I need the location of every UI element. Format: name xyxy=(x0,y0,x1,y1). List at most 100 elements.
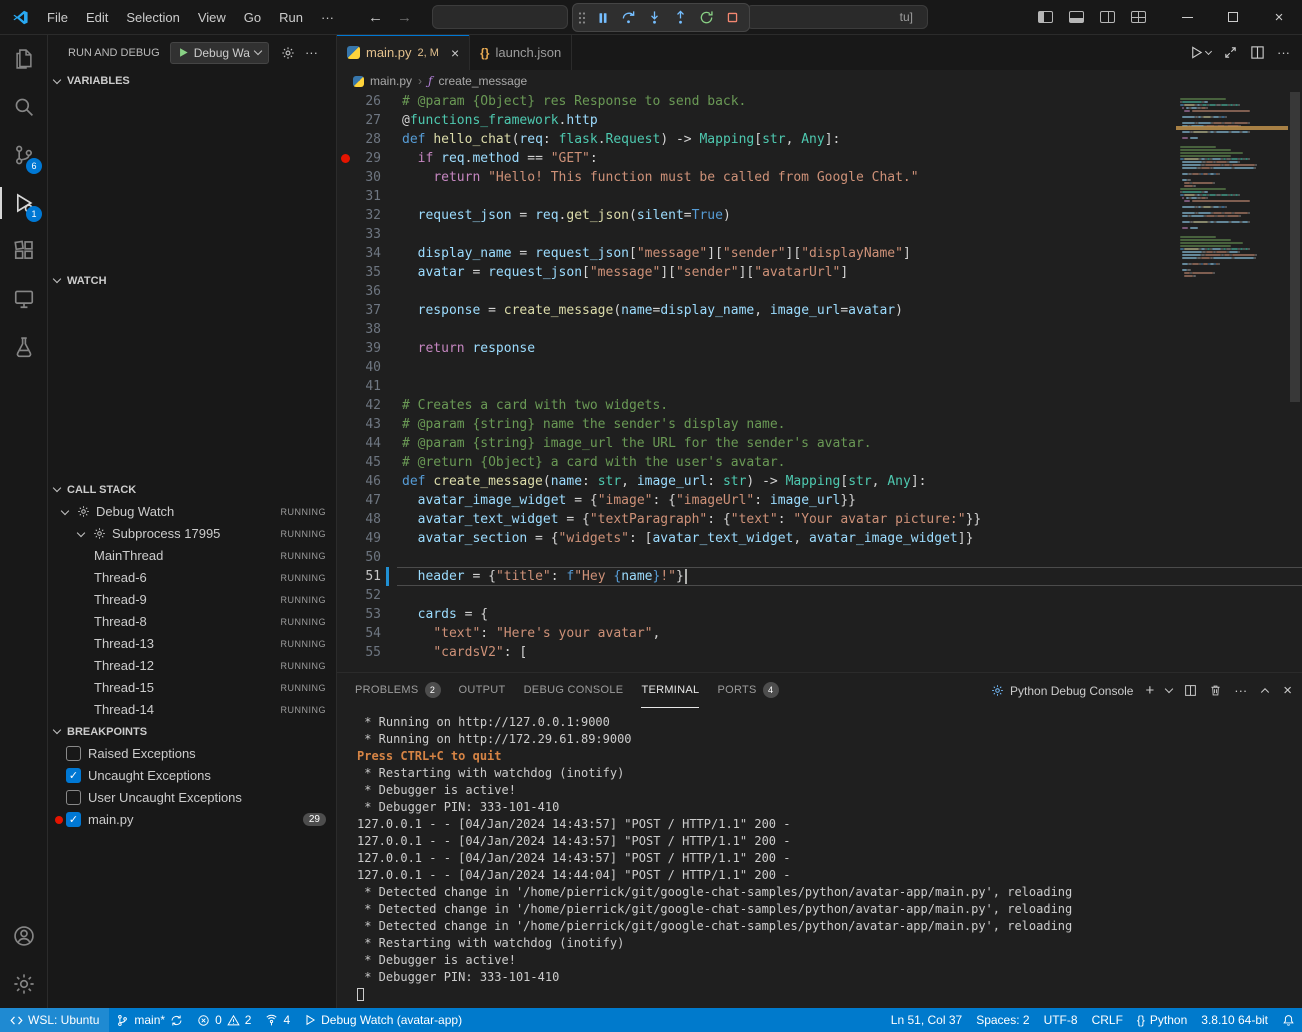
remote-explorer-icon[interactable] xyxy=(0,275,47,323)
kill-terminal-icon[interactable] xyxy=(1209,684,1222,697)
settings-gear-icon[interactable] xyxy=(0,960,47,1008)
account-icon[interactable] xyxy=(0,912,47,960)
testing-icon[interactable] xyxy=(0,323,47,371)
search-icon[interactable] xyxy=(0,83,47,131)
call-stack-item[interactable]: MainThreadRUNNING xyxy=(48,545,336,567)
code-line[interactable]: 26# @param {Object} res Response to send… xyxy=(337,92,1302,111)
panel-tab-problems[interactable]: PROBLEMS2 xyxy=(355,673,441,708)
menu-go[interactable]: Go xyxy=(236,7,269,28)
gutter[interactable]: 27 xyxy=(337,111,392,130)
maximize-button[interactable] xyxy=(1210,0,1256,34)
breadcrumb-file[interactable]: main.py xyxy=(370,74,412,88)
code-line[interactable]: 32 request_json = req.get_json(silent=Tr… xyxy=(337,206,1302,225)
code-line[interactable]: 40 xyxy=(337,358,1302,377)
variables-body[interactable] xyxy=(48,92,336,270)
code-line[interactable]: 35 avatar = request_json["message"]["sen… xyxy=(337,263,1302,282)
panel-tab-terminal[interactable]: TERMINAL xyxy=(641,673,699,708)
gutter[interactable]: 48 xyxy=(337,510,392,529)
menu-view[interactable]: View xyxy=(190,7,234,28)
code-line[interactable]: 52 xyxy=(337,586,1302,605)
editor-more-actions-icon[interactable]: ··· xyxy=(1277,45,1290,60)
panel-tab-output[interactable]: OUTPUT xyxy=(459,673,506,708)
indentation[interactable]: Spaces: 2 xyxy=(969,1008,1036,1032)
debug-session-status[interactable]: Debug Watch (avatar-app) xyxy=(297,1008,469,1032)
gutter[interactable]: 36 xyxy=(337,282,392,301)
panel-tab-ports[interactable]: PORTS4 xyxy=(717,673,778,708)
code-line[interactable]: 28def hello_chat(req: flask.Request) -> … xyxy=(337,130,1302,149)
menu-edit[interactable]: Edit xyxy=(78,7,116,28)
code-line[interactable]: 46def create_message(name: str, image_ur… xyxy=(337,472,1302,491)
code-line[interactable]: 43# @param {string} name the sender's di… xyxy=(337,415,1302,434)
breakpoint-item[interactable]: ✓Uncaught Exceptions xyxy=(48,765,336,787)
code-line[interactable]: 31 xyxy=(337,187,1302,206)
chevron-down-icon[interactable] xyxy=(77,528,85,536)
watch-body[interactable] xyxy=(48,292,336,479)
gutter[interactable]: 40 xyxy=(337,358,392,377)
code-line[interactable]: 44# @param {string} image_url the URL fo… xyxy=(337,434,1302,453)
terminal-output[interactable]: * Running on http://127.0.0.1:9000 * Run… xyxy=(337,708,1302,1008)
code-editor[interactable]: 26# @param {Object} res Response to send… xyxy=(337,92,1302,672)
code-line[interactable]: 51 header = {"title": f"Hey {name}!"} xyxy=(337,567,1302,586)
gutter[interactable]: 34 xyxy=(337,244,392,263)
gutter[interactable]: 51 xyxy=(337,567,392,586)
command-center[interactable]: tu] xyxy=(746,5,928,29)
variables-section-header[interactable]: VARIABLES xyxy=(48,70,336,92)
minimize-button[interactable] xyxy=(1164,0,1210,34)
python-interpreter[interactable]: 3.8.10 64-bit xyxy=(1194,1008,1275,1032)
breakpoint-item[interactable]: ✓main.py29 xyxy=(48,809,336,831)
call-stack-item[interactable]: Debug WatchRUNNING xyxy=(48,501,336,523)
back-icon[interactable]: ← xyxy=(368,9,383,26)
gutter[interactable]: 28 xyxy=(337,130,392,149)
pause-icon[interactable] xyxy=(591,6,614,29)
gutter[interactable]: 33 xyxy=(337,225,392,244)
code-line[interactable]: 36 xyxy=(337,282,1302,301)
split-editor-icon[interactable] xyxy=(1250,45,1265,60)
run-python-button[interactable] xyxy=(1189,45,1211,60)
toggle-sidebar-icon[interactable] xyxy=(1038,11,1053,23)
code-line[interactable]: 53 cards = { xyxy=(337,605,1302,624)
close-tab-icon[interactable]: × xyxy=(451,45,459,61)
code-line[interactable]: 50 xyxy=(337,548,1302,567)
call-stack-section-header[interactable]: CALL STACK xyxy=(48,479,336,501)
gutter[interactable]: 31 xyxy=(337,187,392,206)
chevron-down-icon[interactable] xyxy=(61,506,69,514)
gutter[interactable]: 52 xyxy=(337,586,392,605)
source-control-icon[interactable]: 6 xyxy=(0,131,47,179)
checkbox[interactable] xyxy=(66,746,81,761)
toggle-panel-icon[interactable] xyxy=(1069,11,1084,23)
toggle-secondary-sidebar-icon[interactable] xyxy=(1100,11,1115,23)
panel-more-actions-icon[interactable]: ··· xyxy=(1234,683,1247,698)
checkbox[interactable]: ✓ xyxy=(66,768,81,783)
menu-overflow-icon[interactable]: ··· xyxy=(313,7,342,28)
terminal-dropdown-icon[interactable] xyxy=(1165,685,1173,693)
breakpoint-dot[interactable] xyxy=(337,154,353,163)
gutter[interactable]: 50 xyxy=(337,548,392,567)
breakpoint-item[interactable]: Raised Exceptions xyxy=(48,743,336,765)
gutter[interactable]: 42 xyxy=(337,396,392,415)
menu-file[interactable]: File xyxy=(39,7,76,28)
explorer-icon[interactable] xyxy=(0,35,47,83)
close-panel-icon[interactable]: × xyxy=(1283,682,1292,699)
gutter[interactable]: 55 xyxy=(337,643,392,662)
code-line[interactable]: 37 response = create_message(name=displa… xyxy=(337,301,1302,320)
code-line[interactable]: 34 display_name = request_json["message"… xyxy=(337,244,1302,263)
debug-config-dropdown[interactable]: Debug Wa xyxy=(170,42,269,64)
debug-settings-gear-icon[interactable] xyxy=(281,46,295,60)
code-line[interactable]: 38 xyxy=(337,320,1302,339)
command-center-left[interactable] xyxy=(432,5,568,29)
checkbox[interactable]: ✓ xyxy=(66,812,81,827)
gutter[interactable]: 54 xyxy=(337,624,392,643)
step-into-icon[interactable] xyxy=(643,6,666,29)
step-out-icon[interactable] xyxy=(669,6,692,29)
notifications-bell-icon[interactable] xyxy=(1275,1008,1302,1032)
gutter[interactable]: 44 xyxy=(337,434,392,453)
code-line[interactable]: 29 if req.method == "GET": xyxy=(337,149,1302,168)
problems-summary[interactable]: 0 2 xyxy=(190,1008,258,1032)
call-stack-item[interactable]: Thread-8RUNNING xyxy=(48,611,336,633)
code-line[interactable]: 39 return response xyxy=(337,339,1302,358)
panel-tab-debug-console[interactable]: DEBUG CONSOLE xyxy=(524,673,624,708)
breakpoint-item[interactable]: User Uncaught Exceptions xyxy=(48,787,336,809)
checkbox[interactable] xyxy=(66,790,81,805)
gutter[interactable]: 29 xyxy=(337,149,392,168)
gutter[interactable]: 26 xyxy=(337,92,392,111)
